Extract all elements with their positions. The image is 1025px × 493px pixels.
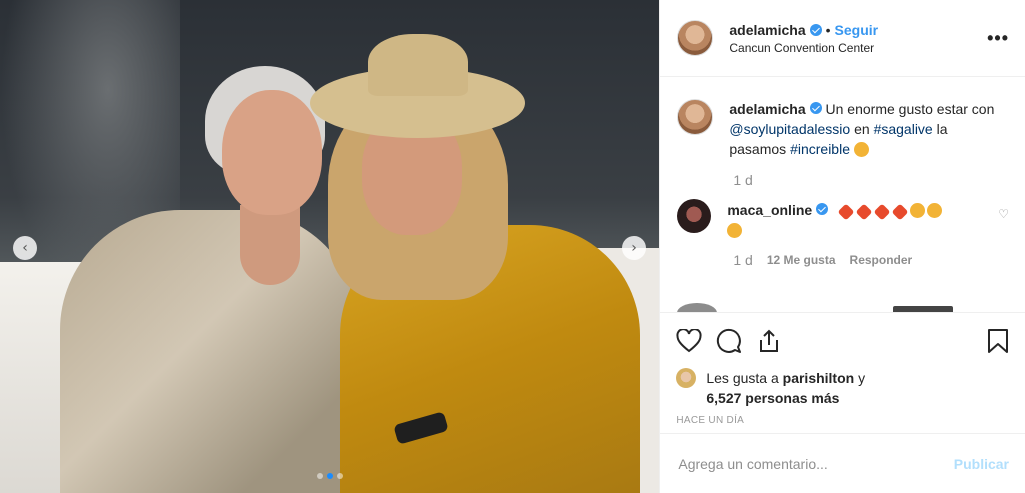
photo-left-person-body bbox=[60, 210, 360, 493]
likes-summary: Les gusta a parishilton y 6,527 personas… bbox=[660, 368, 1025, 412]
carousel-dot bbox=[337, 473, 343, 479]
like-heart-icon[interactable] bbox=[676, 321, 716, 361]
hashtag-link[interactable]: #increible bbox=[790, 141, 850, 157]
instagram-post: ‹ › adelamicha • Seguir Cancun Conventio… bbox=[0, 0, 1025, 493]
carousel-dot bbox=[317, 473, 323, 479]
more-options-icon[interactable]: ••• bbox=[987, 28, 1009, 49]
follow-button[interactable]: Seguir bbox=[835, 22, 879, 38]
author-username[interactable]: adelamicha bbox=[729, 22, 805, 38]
hashtag-link[interactable]: #sagalive bbox=[874, 121, 933, 137]
carousel-dot-active bbox=[327, 473, 333, 479]
photo-left-person-neck bbox=[240, 205, 300, 285]
collision-emoji-icon bbox=[855, 203, 873, 221]
header-separator: • bbox=[825, 21, 831, 38]
carousel-prev-button[interactable]: ‹ bbox=[13, 236, 37, 260]
verified-badge-icon bbox=[816, 203, 829, 215]
likes-count[interactable]: 6,527 personas más bbox=[706, 390, 839, 406]
winking-kiss-emoji-icon bbox=[727, 223, 743, 238]
collision-emoji-icon bbox=[873, 203, 891, 221]
caption-body: adelamicha Un enorme gusto estar con @so… bbox=[729, 99, 999, 159]
comment-bubble-icon[interactable] bbox=[716, 321, 756, 361]
liker-avatar[interactable] bbox=[676, 368, 697, 388]
comment-input[interactable]: Agrega un comentario... bbox=[678, 456, 953, 472]
collision-emoji-icon bbox=[891, 203, 909, 221]
winking-kiss-emoji-icon bbox=[927, 203, 943, 218]
caption-text: Un enorme gusto estar con bbox=[825, 101, 995, 117]
publish-button[interactable]: Publicar bbox=[954, 456, 1009, 472]
likes-suffix: y bbox=[854, 370, 866, 386]
caption-text: en bbox=[850, 121, 874, 137]
location-link[interactable]: Cancun Convention Center bbox=[729, 41, 987, 55]
bookmark-icon[interactable] bbox=[969, 321, 1009, 361]
caption-time[interactable]: 1 d bbox=[733, 172, 1009, 188]
next-comment-text bbox=[893, 306, 954, 312]
carousel-next-button[interactable]: › bbox=[622, 236, 646, 260]
commenter-username[interactable]: maca_online bbox=[727, 202, 812, 218]
comments-area[interactable]: adelamicha Un enorme gusto estar con @so… bbox=[660, 77, 1025, 312]
comment-meta: 1 d 12 Me gusta Responder bbox=[733, 252, 1009, 268]
comment-body: maca_online bbox=[727, 200, 997, 240]
photo-hat-crown bbox=[368, 34, 468, 96]
post-caption: adelamicha Un enorme gusto estar con @so… bbox=[677, 99, 1009, 159]
caption-username[interactable]: adelamicha bbox=[729, 101, 805, 117]
winking-kiss-emoji-icon bbox=[853, 142, 869, 157]
liker-username[interactable]: parishilton bbox=[783, 370, 855, 386]
author-avatar[interactable] bbox=[677, 20, 714, 56]
post-photo[interactable]: ‹ › bbox=[0, 0, 660, 493]
post-side-panel: adelamicha • Seguir Cancun Convention Ce… bbox=[659, 0, 1025, 493]
caption-author-avatar[interactable] bbox=[677, 99, 714, 135]
verified-badge-icon bbox=[809, 102, 822, 114]
comment-item: maca_online ♡ bbox=[677, 199, 1009, 240]
next-comment-avatar bbox=[677, 303, 718, 312]
comment-like-heart-icon[interactable]: ♡ bbox=[998, 207, 1009, 221]
winking-kiss-emoji-icon bbox=[910, 203, 926, 218]
photo-left-person-face bbox=[222, 90, 322, 215]
post-header: adelamicha • Seguir Cancun Convention Ce… bbox=[660, 0, 1025, 77]
verified-badge-icon bbox=[809, 23, 822, 36]
commenter-avatar[interactable] bbox=[677, 199, 712, 233]
mention-link[interactable]: @soylupitadalessio bbox=[729, 121, 850, 137]
share-icon[interactable] bbox=[756, 321, 796, 361]
add-comment-bar: Agrega un comentario... Publicar bbox=[660, 433, 1025, 493]
comment-time[interactable]: 1 d bbox=[733, 252, 752, 268]
chevron-left-icon: ‹ bbox=[22, 240, 28, 256]
collision-emoji-icon bbox=[837, 203, 855, 221]
reply-button[interactable]: Responder bbox=[850, 253, 913, 267]
carousel-dots bbox=[0, 473, 659, 479]
likes-prefix: Les gusta a bbox=[706, 370, 783, 386]
action-bar bbox=[660, 312, 1025, 368]
comment-likes[interactable]: 12 Me gusta bbox=[767, 253, 836, 267]
chevron-right-icon: › bbox=[631, 240, 637, 256]
